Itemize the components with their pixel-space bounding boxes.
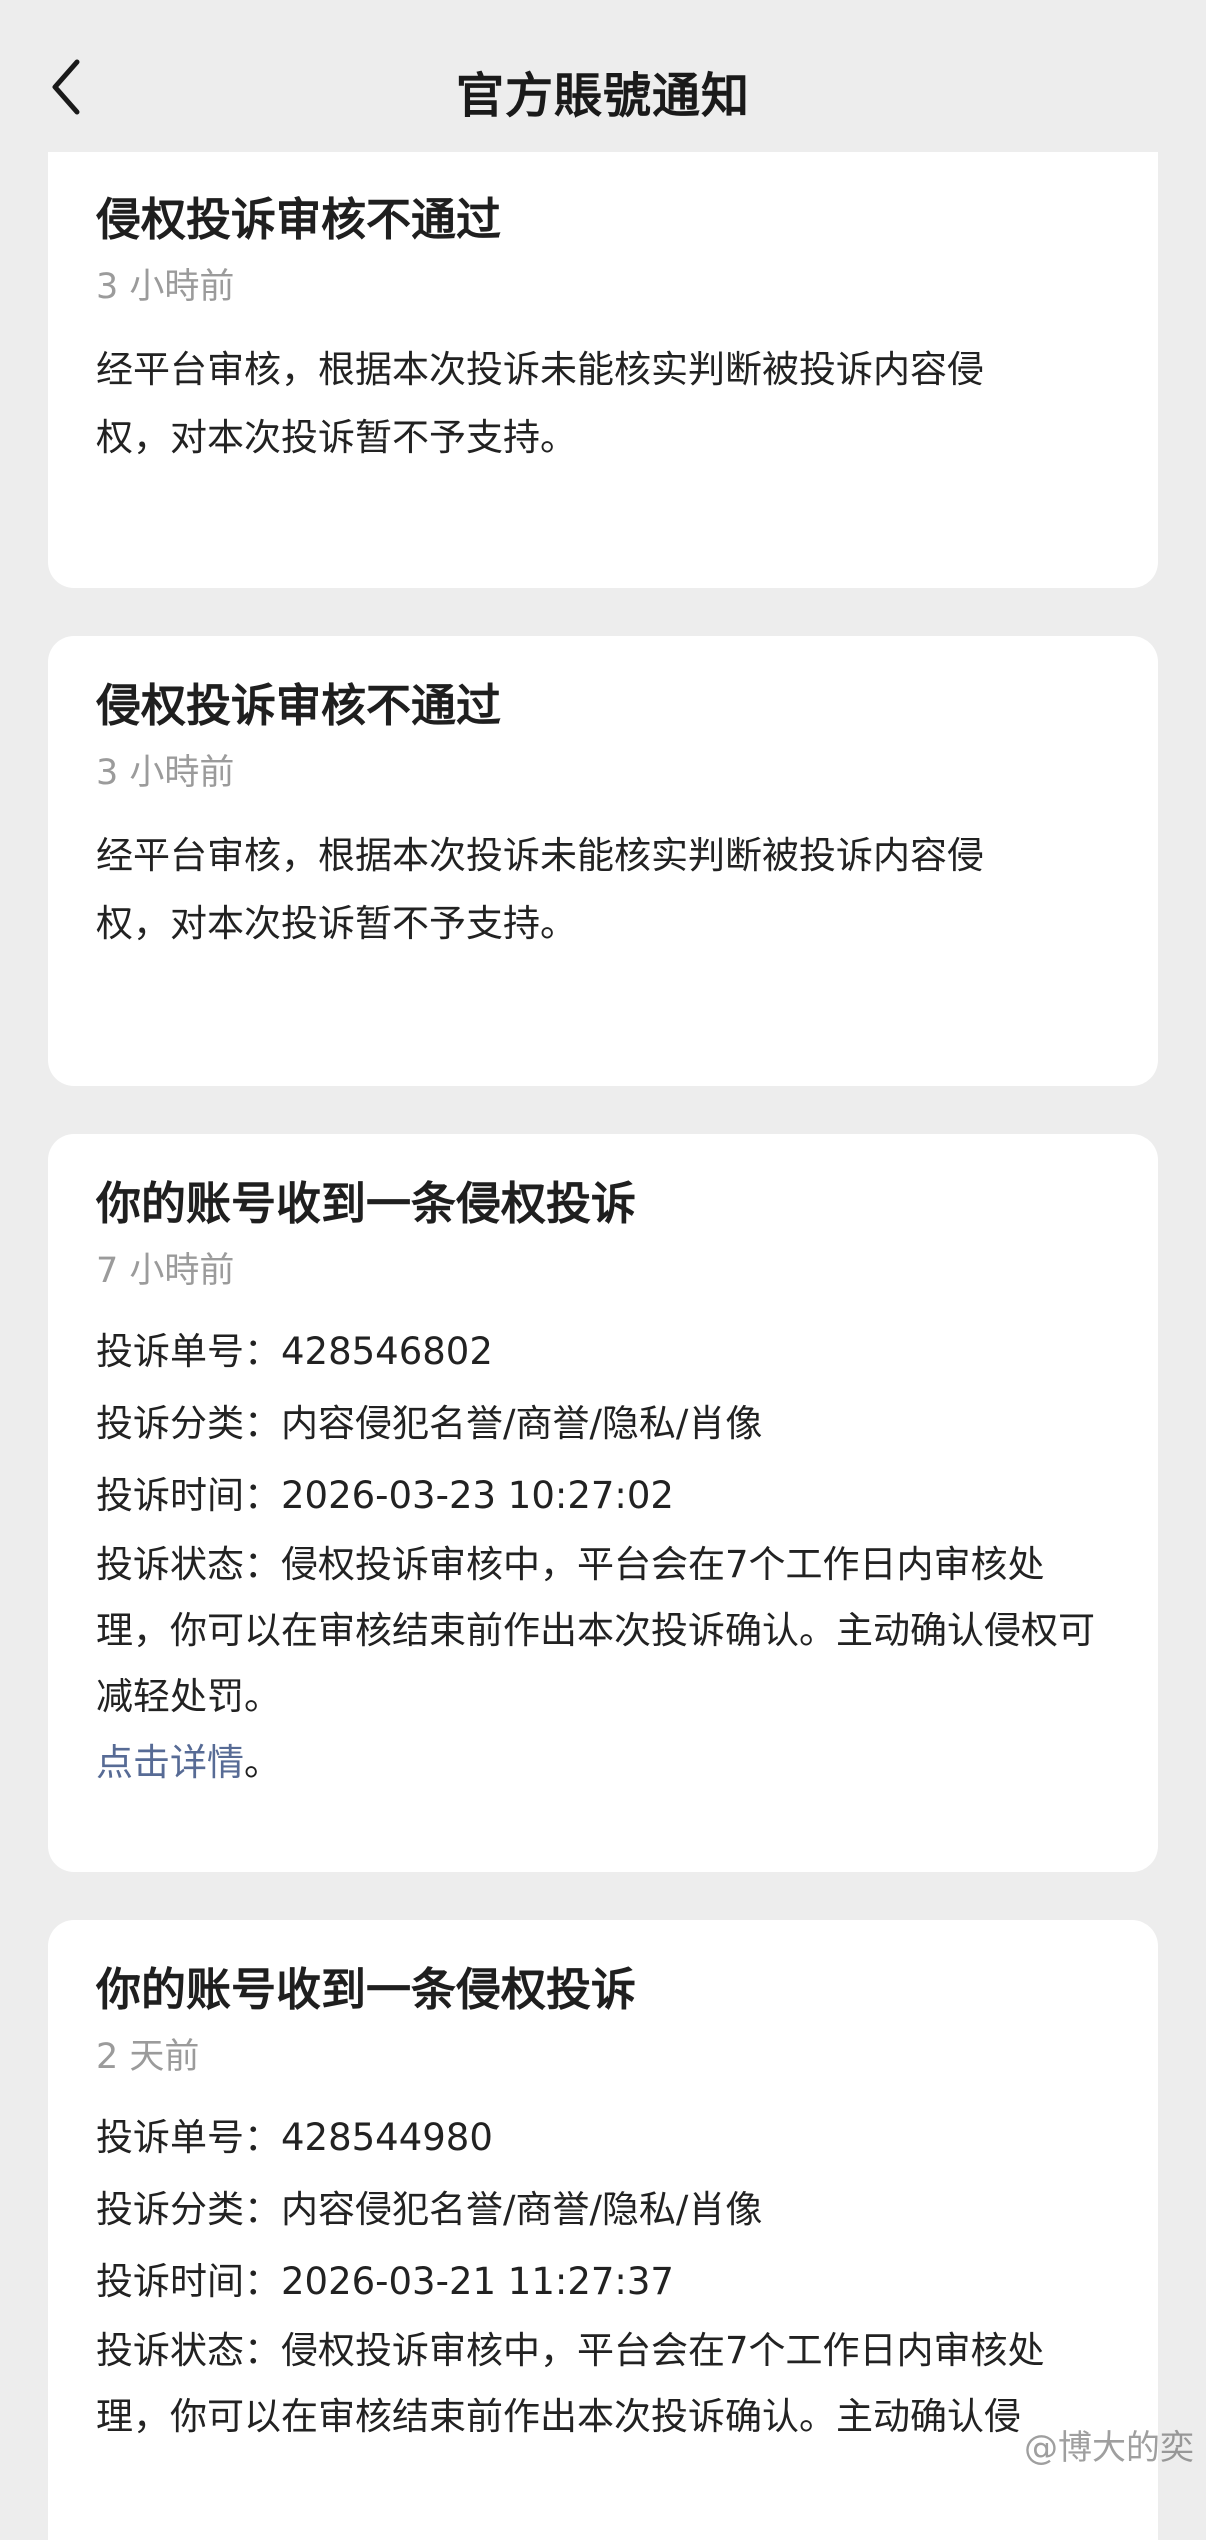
view-details-link[interactable]: 点击详情 — [96, 1741, 244, 1784]
page-title: 官方賬號通知 — [455, 68, 750, 124]
complaint-card[interactable]: 你的账号收到一条侵权投诉 7 小時前 投诉单号： 428546802 投诉分类：… — [48, 1134, 1158, 1872]
complaint-card[interactable]: 你的账号收到一条侵权投诉 2 天前 投诉单号： 428544980 投诉分类： … — [48, 1920, 1158, 2540]
field-label: 投诉时间： — [96, 2260, 281, 2303]
complaint-id-row: 投诉单号： 428546802 — [96, 1316, 1110, 1388]
link-suffix: 。 — [244, 1741, 281, 1784]
card-title: 你的账号收到一条侵权投诉 — [96, 1177, 637, 1230]
notification-card[interactable]: 侵权投诉审核不通过 3 小時前 经平台审核，根据本次投诉未能核实判断被投诉内容侵… — [48, 636, 1158, 1086]
card-timestamp: 7 小時前 — [96, 1251, 235, 1291]
field-label: 投诉时间： — [96, 1474, 281, 1517]
card-body: 经平台审核，根据本次投诉未能核实判断被投诉内容侵权，对本次投诉暂不予支持。 — [96, 834, 984, 945]
field-label: 投诉单号： — [96, 2116, 281, 2159]
field-label: 投诉单号： — [96, 1330, 281, 1373]
complaint-category-row: 投诉分类： 内容侵犯名誉/商誉/隐私/肖像 — [96, 2174, 1110, 2246]
complaint-status-row: 投诉状态：侵权投诉审核中，平台会在7个工作日内审核处理，你可以在审核结束前作出本… — [96, 1532, 1110, 1730]
complaint-time-row: 投诉时间： 2026-03-21 11:27:37 — [96, 2246, 1110, 2318]
field-label: 投诉状态： — [96, 2329, 281, 2372]
complaint-status-row: 投诉状态：侵权投诉审核中，平台会在7个工作日内审核处理，你可以在审核结束前作出本… — [96, 2318, 1110, 2450]
field-label: 投诉状态： — [96, 1543, 281, 1586]
field-label: 投诉分类： — [96, 2188, 281, 2231]
complaint-time-row: 投诉时间： 2026-03-23 10:27:02 — [96, 1460, 1110, 1532]
complaint-time: 2026-03-21 11:27:37 — [281, 2260, 674, 2303]
complaint-fields: 投诉单号： 428544980 投诉分类： 内容侵犯名誉/商誉/隐私/肖像 投诉… — [96, 2102, 1110, 2450]
complaint-category: 内容侵犯名誉/商誉/隐私/肖像 — [281, 2188, 763, 2231]
card-title: 侵权投诉审核不通过 — [96, 679, 502, 732]
complaint-category-row: 投诉分类： 内容侵犯名誉/商誉/隐私/肖像 — [96, 1388, 1110, 1460]
card-timestamp: 3 小時前 — [96, 267, 235, 307]
nav-header: 官方賬號通知 — [0, 0, 1206, 152]
complaint-id: 428546802 — [281, 1330, 493, 1373]
complaint-id: 428544980 — [281, 2116, 493, 2159]
card-body: 经平台审核，根据本次投诉未能核实判断被投诉内容侵权，对本次投诉暂不予支持。 — [96, 348, 984, 459]
notification-card[interactable]: 侵权投诉审核不通过 3 小時前 经平台审核，根据本次投诉未能核实判断被投诉内容侵… — [48, 140, 1158, 588]
card-timestamp: 2 天前 — [96, 2037, 200, 2077]
card-timestamp: 3 小時前 — [96, 753, 235, 793]
complaint-fields: 投诉单号： 428546802 投诉分类： 内容侵犯名誉/商誉/隐私/肖像 投诉… — [96, 1316, 1110, 1796]
complaint-time: 2026-03-23 10:27:02 — [281, 1474, 674, 1517]
detail-line: 点击详情。 — [96, 1730, 1110, 1796]
complaint-category: 内容侵犯名誉/商誉/隐私/肖像 — [281, 1402, 763, 1445]
complaint-id-row: 投诉单号： 428544980 — [96, 2102, 1110, 2174]
field-label: 投诉分类： — [96, 1402, 281, 1445]
card-title: 你的账号收到一条侵权投诉 — [96, 1963, 637, 2016]
watermark: @博大的奕 — [1024, 2420, 1194, 2469]
watermark-text: @博大的奕 — [1024, 2428, 1194, 2468]
card-title: 侵权投诉审核不通过 — [96, 193, 502, 246]
